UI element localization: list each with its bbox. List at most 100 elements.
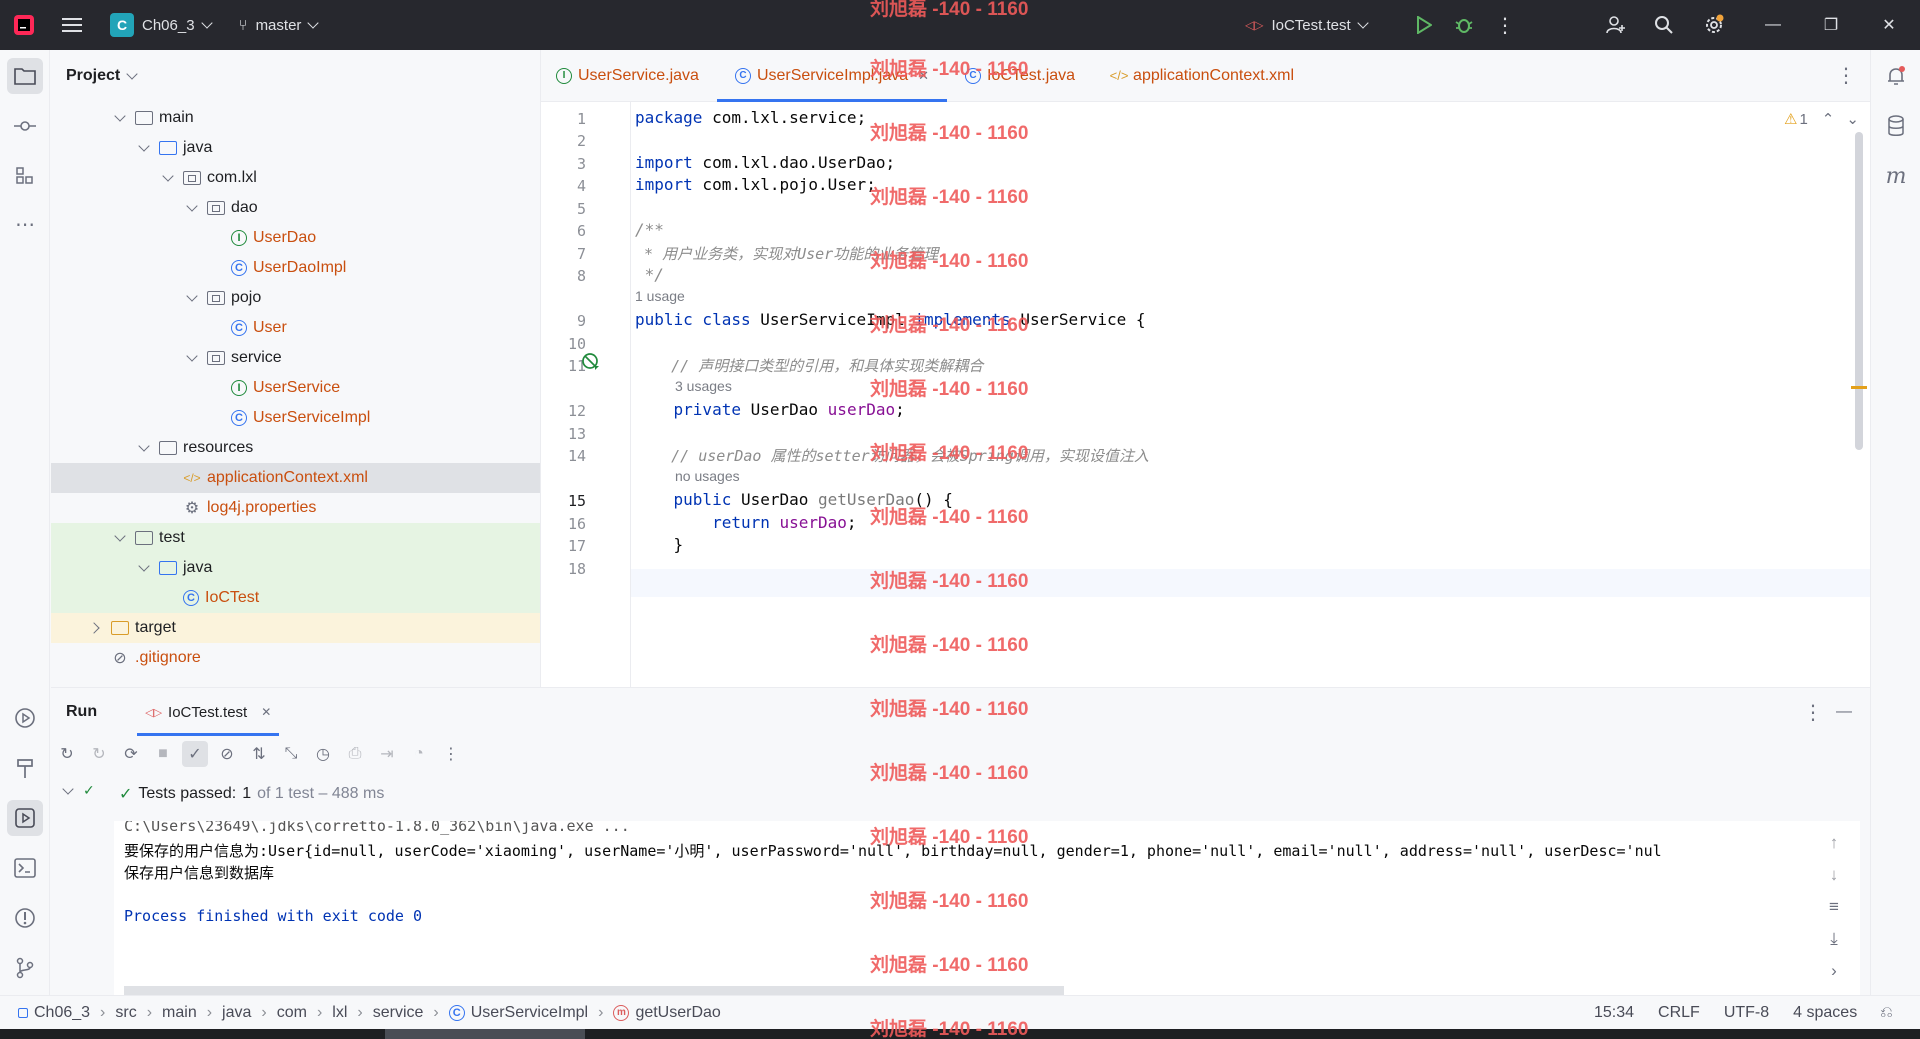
breadcrumb-item[interactable]: src — [115, 1004, 136, 1022]
chevron-right-icon[interactable]: › — [1831, 961, 1837, 981]
main-menu-icon[interactable] — [48, 0, 96, 50]
breadcrumb-item[interactable]: getUserDao — [635, 1004, 720, 1022]
rerun-icon[interactable]: ↻ — [54, 741, 80, 767]
tab-options-icon[interactable]: ⋮ — [1836, 63, 1856, 88]
run-options-icon[interactable]: ⋮ — [1803, 700, 1823, 725]
chevron-down-icon[interactable] — [137, 441, 151, 455]
chevron-down-icon[interactable] — [185, 201, 199, 215]
more-tools-icon[interactable]: ⋯ — [7, 206, 43, 242]
console-output[interactable]: C:\Users\23649\.jdks\corretto-1.8.0_362\… — [114, 821, 1860, 996]
tree-item[interactable]: service — [51, 343, 540, 373]
test-tree-root[interactable]: ✓ — [61, 782, 95, 799]
tree-item[interactable]: </> applicationContext.xml — [51, 463, 540, 493]
breadcrumb-item[interactable]: UserServiceImpl — [471, 1004, 588, 1022]
toggle-auto-test-icon[interactable]: ⟳ — [118, 741, 144, 767]
file-encoding[interactable]: UTF-8 — [1724, 1004, 1769, 1022]
line-separator[interactable]: CRLF — [1658, 1004, 1700, 1022]
project-panel-header[interactable]: Project — [51, 50, 540, 102]
code-editor[interactable]: 1 2 3 4 5 6 7 8 9 10 11 12 13 14 15 16 17 18 package com.… — [541, 102, 1870, 687]
chevron-down-icon[interactable] — [185, 291, 199, 305]
run-tool-icon[interactable] — [7, 800, 43, 836]
tab-userserviceimpl[interactable]: C UserServiceImpl.java ✕ — [716, 50, 948, 102]
stop-icon[interactable]: ■ — [150, 741, 176, 767]
scroll-to-end-icon[interactable]: ⤓ — [1830, 929, 1838, 949]
breadcrumb-item[interactable]: com — [277, 1004, 307, 1022]
settings-gear-icon[interactable] — [1697, 0, 1731, 50]
build-tool-icon[interactable] — [7, 750, 43, 786]
minimize-panel-icon[interactable]: — — [1836, 703, 1852, 721]
close-tab-icon[interactable]: ✕ — [918, 68, 929, 84]
tab-userservice[interactable]: I UserService.java — [541, 50, 717, 102]
notifications-bell-icon[interactable] — [1878, 58, 1914, 94]
structure-tool-icon[interactable] — [7, 158, 43, 194]
tree-item[interactable]: I UserDao — [51, 223, 540, 253]
arrow-down-icon[interactable]: ↓ — [1830, 865, 1839, 885]
caret-position[interactable]: 15:34 — [1594, 1004, 1634, 1022]
usage-hint[interactable]: 3 usages — [675, 378, 732, 394]
tree-item[interactable]: I UserService — [51, 373, 540, 403]
tree-item[interactable]: C UserServiceImpl — [51, 403, 540, 433]
services-tool-icon[interactable] — [7, 700, 43, 736]
database-tool-icon[interactable] — [1878, 108, 1914, 144]
commit-tool-icon[interactable] — [7, 108, 43, 144]
breadcrumb-item[interactable]: Ch06_3 — [34, 1004, 90, 1022]
chevron-up-icon[interactable]: ⌃ — [1822, 110, 1835, 128]
project-tool-icon[interactable] — [7, 58, 43, 94]
readonly-lock-icon[interactable]: ⎌ — [1880, 1004, 1893, 1022]
tree-item[interactable]: java — [51, 133, 540, 163]
tree-item[interactable]: java — [51, 553, 540, 583]
tree-item[interactable]: main — [51, 103, 540, 133]
maven-tool-icon[interactable]: m — [1878, 158, 1914, 194]
warning-marker[interactable] — [1851, 386, 1867, 389]
chevron-down-icon[interactable] — [113, 531, 127, 545]
tab-ioctest[interactable]: C IoCTest.java — [947, 50, 1093, 102]
terminal-tool-icon[interactable] — [7, 850, 43, 886]
tree-item[interactable]: dao — [51, 193, 540, 223]
screenshot-icon[interactable]: ⎙ — [342, 741, 368, 767]
coverage-icon[interactable]: ◔ — [406, 741, 432, 767]
tree-item[interactable]: test — [51, 523, 540, 553]
search-icon[interactable] — [1648, 0, 1680, 50]
project-switcher[interactable]: C Ch06_3 — [110, 0, 213, 50]
tree-item[interactable]: com.lxl — [51, 163, 540, 193]
rerun-failed-icon[interactable]: ↻ — [86, 741, 112, 767]
show-ignored-icon[interactable]: ⊘ — [214, 741, 240, 767]
sort-icon[interactable]: ⇅ — [246, 741, 272, 767]
more-actions-icon[interactable]: ⋮ — [1490, 0, 1520, 50]
tree-item[interactable]: ⚙ log4j.properties — [51, 493, 540, 523]
arrow-up-icon[interactable]: ↑ — [1830, 833, 1839, 853]
collapse-icon[interactable]: ⤡ — [278, 741, 304, 767]
implements-gutter-icon[interactable] — [581, 352, 601, 372]
git-tool-icon[interactable] — [7, 950, 43, 986]
editor-scrollbar[interactable] — [1855, 132, 1863, 450]
tree-item[interactable]: target — [51, 613, 540, 643]
chevron-down-icon[interactable] — [137, 141, 151, 155]
breadcrumb-item[interactable]: service — [373, 1004, 424, 1022]
chevron-down-icon[interactable] — [113, 111, 127, 125]
tree-item[interactable]: resources — [51, 433, 540, 463]
tree-item[interactable]: ⊘ .gitignore — [51, 643, 540, 673]
indent-setting[interactable]: 4 spaces — [1793, 1004, 1857, 1022]
chevron-right-icon[interactable] — [89, 621, 103, 635]
breadcrumb-item[interactable]: lxl — [332, 1004, 347, 1022]
add-user-icon[interactable] — [1600, 0, 1632, 50]
soft-wrap-icon[interactable]: ≡ — [1829, 897, 1839, 917]
tree-item[interactable]: C UserDaoImpl — [51, 253, 540, 283]
usage-hint[interactable]: 1 usage — [635, 288, 685, 304]
app-logo-icon[interactable] — [0, 0, 48, 50]
debug-button[interactable] — [1448, 0, 1480, 50]
usage-hint[interactable]: no usages — [675, 468, 740, 484]
run-tab[interactable]: ◁▷ IoCTest.test ✕ — [137, 688, 280, 736]
chevron-down-icon[interactable] — [161, 171, 175, 185]
run-config-selector[interactable]: ◁▷ IoCTest.test — [1245, 0, 1369, 50]
close-window-button[interactable]: ✕ — [1860, 0, 1918, 50]
inspection-widget[interactable]: ⚠ 1 ⌃ ⌄ — [1784, 110, 1859, 129]
breadcrumb-item[interactable]: java — [222, 1004, 251, 1022]
show-passed-icon[interactable]: ✓ — [182, 741, 208, 767]
chevron-down-icon[interactable] — [185, 351, 199, 365]
run-button[interactable] — [1408, 0, 1440, 50]
close-tab-icon[interactable]: ✕ — [261, 705, 271, 719]
chevron-down-icon[interactable] — [137, 561, 151, 575]
more-actions-icon[interactable]: ⋮ — [438, 741, 464, 767]
tree-item[interactable]: C IoCTest — [51, 583, 540, 613]
